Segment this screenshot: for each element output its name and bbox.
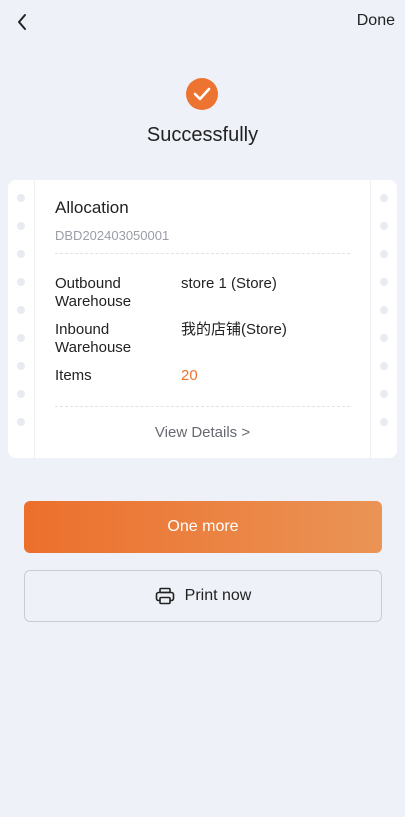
items-value: 20 [181, 367, 198, 384]
card-title: Allocation [55, 198, 129, 217]
chevron-left-icon [18, 14, 26, 30]
order-number: DBD202403050001 [55, 228, 170, 243]
print-now-label: Print now [184, 587, 252, 604]
allocation-card: Allocation DBD202403050001 Outbound Ware… [8, 180, 397, 458]
nav-bar: Done [0, 0, 405, 44]
card-perforated-edge-right [370, 180, 397, 458]
divider [55, 253, 350, 254]
inbound-warehouse-label: Inbound Warehouse [55, 321, 132, 356]
card-perforated-edge-left [8, 180, 35, 458]
inbound-warehouse-value: 我的店铺(Store) [181, 321, 287, 338]
back-button[interactable] [12, 10, 32, 34]
outbound-warehouse-value: store 1 (Store) [181, 275, 277, 292]
success-title: Successfully [146, 124, 259, 146]
items-label: Items [55, 367, 92, 384]
print-now-button[interactable]: Print now [24, 570, 382, 622]
done-button[interactable]: Done [357, 12, 395, 30]
view-details-link[interactable]: View Details > [8, 424, 397, 441]
printer-icon [155, 587, 175, 605]
outbound-warehouse-label: Outbound Warehouse [55, 275, 132, 310]
check-circle-icon [186, 78, 218, 110]
divider [55, 406, 350, 407]
one-more-button[interactable]: One more [24, 501, 382, 553]
